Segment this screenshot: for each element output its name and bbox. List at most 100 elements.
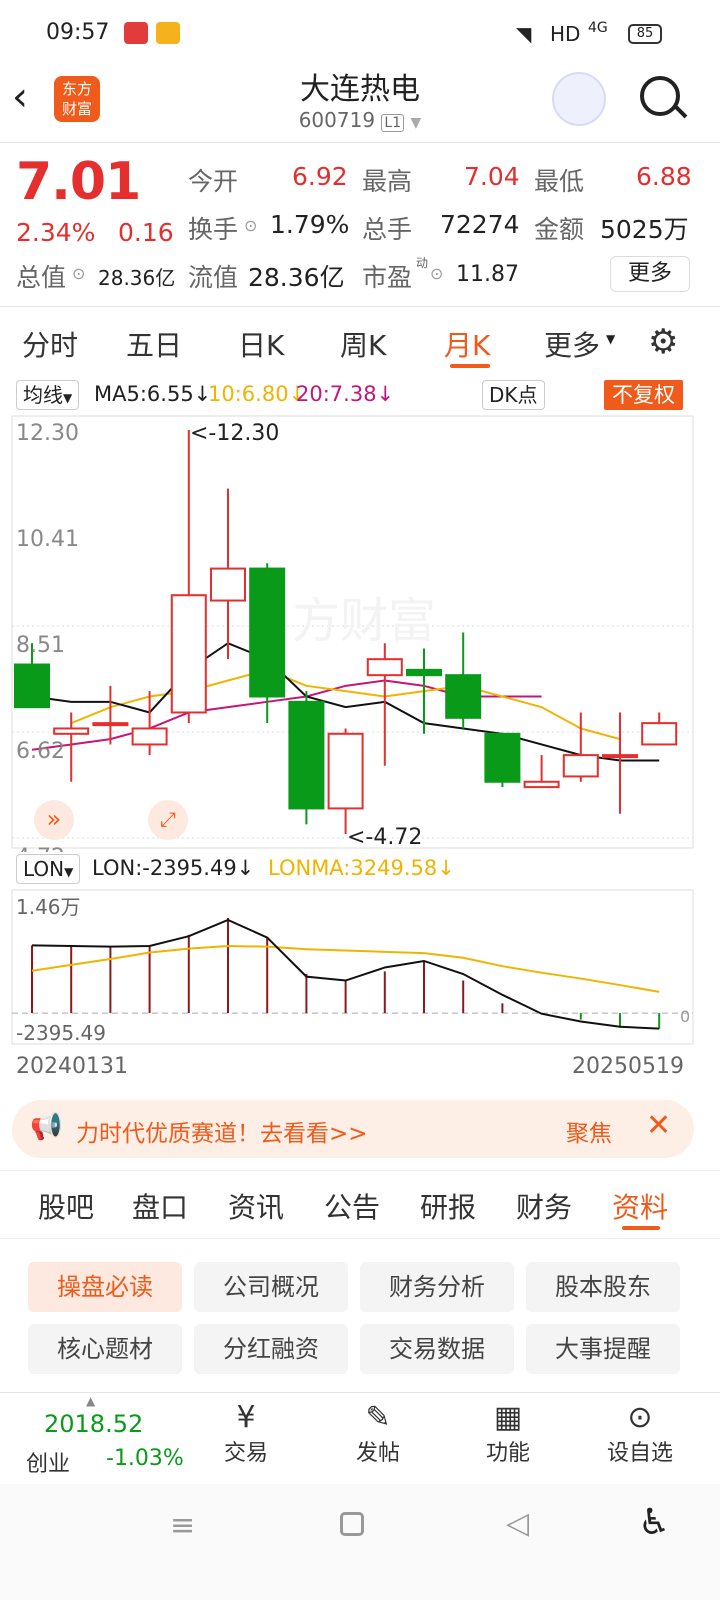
candle-body [602,754,638,759]
info-icon[interactable]: ⊙ [244,216,257,235]
edit-icon: ✎ [365,1400,391,1435]
system-nav-bar [0,1484,720,1600]
back-nav-icon[interactable]: ◁ [506,1506,529,1541]
lon-top-label: 1.46万 [16,895,81,919]
robot-assistant-icon[interactable] [552,72,606,126]
y-tick-label: 6.62 [16,739,65,764]
trade-button[interactable]: ¥ 交易 [196,1400,296,1467]
lon-bottom-label: -2395.49 [16,1021,106,1045]
info-icon[interactable]: ⊙ [72,264,85,283]
y-tick-label: 4.72 [16,845,65,852]
float-value: 28.36亿 [248,263,345,292]
y-axis-labels: 12.30 10.41 8.51 6.62 4.72 [16,421,79,852]
status-time: 09:57 [46,20,110,45]
pe-dynamic-mark: 动 [416,256,429,270]
promo-banner[interactable]: 📢 力时代优质赛道！去看看>> 聚焦 ✕ [12,1100,694,1158]
menu-icon[interactable]: ≡ [170,1508,195,1543]
y-tick-label: 10.41 [16,527,79,552]
gear-icon[interactable]: ⚙ [648,322,678,362]
open-label: 今开 [188,167,239,196]
tab-fenshi[interactable]: 分时 [22,324,78,364]
more-circle-icon: ⊙ [627,1400,653,1435]
candle-body [641,722,678,746]
turnover-label: 换手 [188,215,239,244]
level-badge: L1 [381,114,405,132]
info-tab[interactable]: 财务 [516,1186,572,1226]
quote-divider [0,306,720,307]
index-change[interactable]: -1.03% [106,1446,184,1471]
functions-button[interactable]: ▦ 功能 [458,1400,558,1467]
candle-body [210,567,246,602]
tab-more[interactable]: 更多 [544,324,600,364]
candle-body [327,732,364,810]
close-icon[interactable]: ✕ [646,1108,671,1143]
feature-pill[interactable]: 分红融资 [194,1324,348,1374]
candle-body [170,594,207,714]
feature-pill[interactable]: 股本股东 [526,1262,680,1312]
info-icon[interactable]: ⊙ [430,264,443,283]
volume-label: 总手 [362,215,413,244]
info-tab[interactable]: 资料 [612,1186,668,1226]
indicator-selector[interactable]: LON▼ [16,854,81,884]
index-value[interactable]: 2018.52 [44,1410,143,1438]
y-tick-label: 8.51 [16,633,65,658]
amount-value: 5025万 [600,215,689,244]
lon-frame [11,889,694,1045]
tab-day-k[interactable]: 日K [238,324,284,364]
megaphone-icon: 📢 [30,1112,63,1142]
volume-value: 72274 [440,210,520,239]
home-icon[interactable] [340,1512,364,1536]
add-watchlist-button[interactable]: ⊙ 设自选 [590,1400,690,1467]
lon-zero-label: 0 [680,1007,690,1026]
info-tab[interactable]: 股吧 [38,1186,94,1226]
lon-chart[interactable]: 1.46万 -2395.49 0 [0,888,720,1048]
dk-point-button[interactable]: DK点 [482,380,545,410]
section-divider [0,1170,720,1171]
status-bar: 09:57 ◥ HD 4G 85 [0,0,720,70]
candle-body [249,567,286,698]
info-tab[interactable]: 盘口 [132,1186,188,1226]
search-icon[interactable] [640,76,680,116]
info-tab[interactable]: 研报 [420,1186,476,1226]
candle-body [366,658,403,677]
expand-right-icon[interactable]: » [34,800,74,840]
ma20-label: 20:7.38↓ [296,382,395,406]
info-tab[interactable]: 资讯 [228,1186,284,1226]
kline-chart[interactable]: 方财富 12.30 10.41 8.51 6.62 4.72 <-12.30 <-4.7… [0,412,720,852]
mcap-label: 总值 [16,263,67,292]
date-end: 20250519 [572,1054,684,1079]
active-tab-indicator [450,364,490,368]
feature-pill[interactable]: 公司概况 [194,1262,348,1312]
banner-text: 力时代优质赛道！去看看>> [76,1121,368,1147]
more-quote-button[interactable]: 更多 [610,256,690,292]
accessibility-icon[interactable]: ♿ [638,1502,670,1543]
tab-week-k[interactable]: 周K [340,324,386,364]
no-adjust-button[interactable]: 不复权 [604,380,683,410]
lon-value: LON:-2395.49↓ [92,856,255,880]
tab-month-k[interactable]: 月K [444,324,490,364]
post-button[interactable]: ✎ 发帖 [328,1400,428,1467]
ma-selector[interactable]: 均线▼ [16,380,80,410]
info-tab[interactable]: 公告 [324,1186,380,1226]
y-tick-label: 12.30 [16,421,79,446]
chevron-down-icon: ▼ [410,115,422,131]
candle-body [445,674,482,719]
feature-pill[interactable]: 大事提醒 [526,1324,680,1374]
app-notification-icon [124,22,148,44]
header-divider [0,142,720,143]
feature-pill[interactable]: 核心题材 [28,1324,182,1374]
battery-icon: 85 [628,24,662,44]
candle-body [14,663,50,709]
feature-pill[interactable]: 操盘必读 [28,1262,182,1312]
fullscreen-icon[interactable]: ⤢ [148,800,188,840]
amount-label: 金额 [534,215,585,244]
candle-body [131,727,168,746]
tab-wuri[interactable]: 五日 [126,324,182,364]
hd-label: HD [550,22,581,46]
index-name[interactable]: 创业 [26,1446,70,1478]
feature-pill[interactable]: 交易数据 [360,1324,514,1374]
open-value: 6.92 [292,162,348,191]
candle-body [406,668,442,677]
stock-code-row[interactable]: 600719 L1 ▼ [0,108,720,132]
feature-pill[interactable]: 财务分析 [360,1262,514,1312]
